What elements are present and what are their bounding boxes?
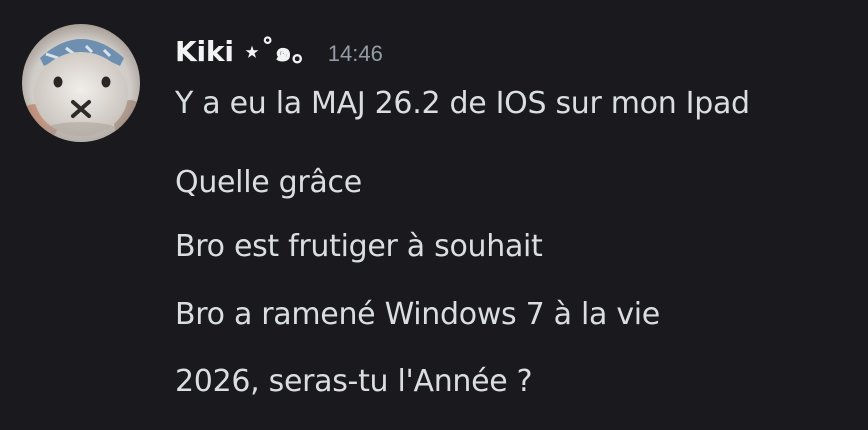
message-text: Bro a ramené Windows 7 à la vie [175,297,660,332]
message-header: Kiki ⋆˚๑｡ 14:46 [175,30,383,74]
timestamp[interactable]: 14:46 [328,41,383,67]
message-text: Y a eu la MAJ 26.2 de IOS sur mon Ipad [175,86,750,121]
message-group: Kiki ⋆˚๑｡ 14:46 Y a eu la MAJ 26.2 de IO… [0,0,868,430]
message-text: 2026, seras-tu l'Année ? [175,364,533,399]
bunny-plush-avatar-icon [22,24,140,142]
user-avatar[interactable] [22,24,140,142]
username[interactable]: Kiki ⋆˚๑｡ [175,30,306,74]
message-text: Quelle grâce [175,165,362,200]
message-text: Bro est frutiger à souhait [175,229,543,264]
